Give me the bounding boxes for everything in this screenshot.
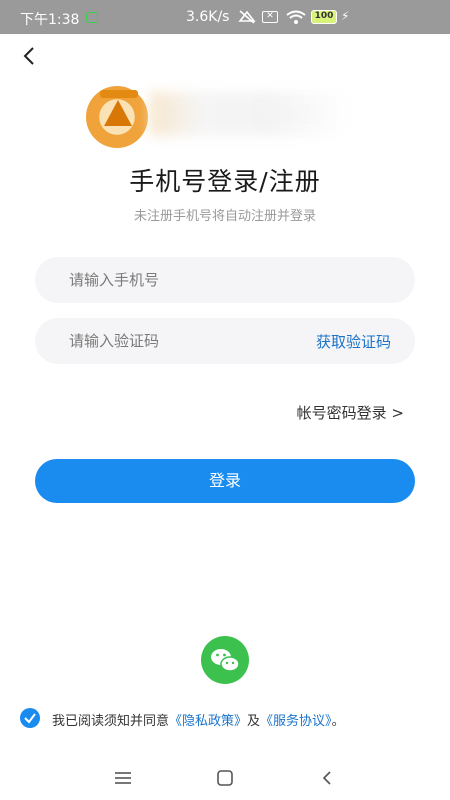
charging-icon: ⚡	[341, 9, 350, 23]
back-button[interactable]	[16, 42, 44, 70]
page-subtitle: 未注册手机号将自动注册并登录	[133, 209, 316, 224]
logo-banner	[100, 90, 138, 98]
logo-mark-icon	[104, 100, 132, 126]
code-field[interactable]: 获取验证码	[35, 318, 415, 364]
wechat-login-button[interactable]	[201, 636, 249, 684]
agreement-suffix: 。	[331, 714, 345, 729]
home-icon[interactable]	[213, 768, 237, 788]
back-icon[interactable]	[316, 768, 340, 788]
phone-field[interactable]	[35, 257, 415, 303]
get-code-button[interactable]: 获取验证码	[316, 331, 391, 352]
login-button[interactable]: 登录	[35, 459, 415, 503]
mute-icon	[238, 9, 256, 29]
service-agreement-link[interactable]: 《服务协议》	[260, 714, 332, 729]
status-time: 下午1:38	[20, 12, 80, 28]
agreement-row: 我已阅读须知并同意《隐私政策》及《服务协议》。	[20, 707, 440, 729]
code-input[interactable]	[69, 318, 299, 364]
sim-icon: ✕	[262, 11, 278, 23]
app-notification-icon	[86, 12, 98, 23]
system-nav-bar	[0, 756, 450, 800]
logo-name-blurred	[150, 92, 350, 136]
password-login-link[interactable]: 帐号密码登录 >	[297, 402, 404, 423]
check-icon	[24, 713, 36, 724]
privacy-policy-link[interactable]: 《隐私政策》	[169, 714, 247, 729]
wechat-icon	[211, 649, 240, 672]
agreement-text: 我已阅读须知并同意《隐私政策》及《服务协议》。	[52, 710, 345, 729]
back-arrow-icon	[23, 47, 34, 65]
page-title: 手机号登录/注册	[129, 167, 321, 196]
menu-icon[interactable]	[111, 768, 135, 788]
battery-icon: 100	[311, 10, 337, 24]
agreement-prefix: 我已阅读须知并同意	[52, 714, 170, 729]
status-bar: 下午1:38 3.6K/s ✕ 100 ⚡	[0, 0, 450, 34]
agreement-conjunction: 及	[247, 714, 261, 729]
wifi-icon	[286, 10, 306, 28]
network-speed: 3.6K/s	[186, 9, 230, 25]
agreement-checkbox[interactable]	[20, 708, 40, 728]
phone-input[interactable]	[69, 257, 299, 303]
